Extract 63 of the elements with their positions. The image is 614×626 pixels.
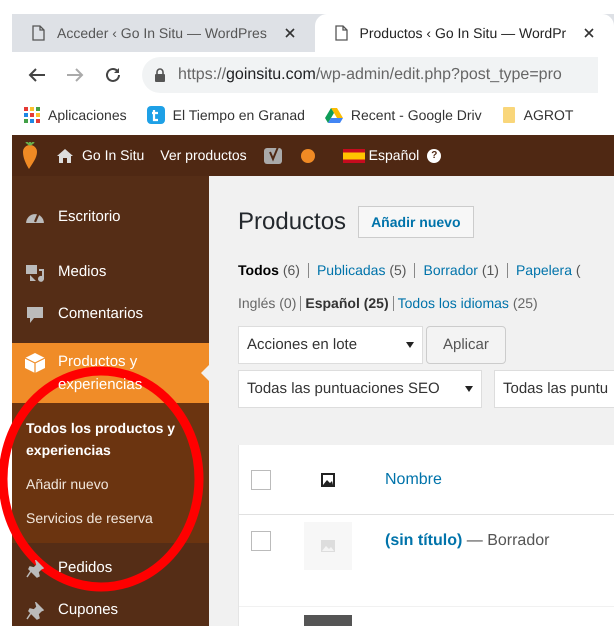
site-link[interactable]: Go In Situ bbox=[56, 145, 144, 166]
bookmark[interactable]: El Tiempo en Granad bbox=[146, 104, 305, 126]
sidebar-menu-item[interactable]: Medios bbox=[12, 251, 209, 293]
bookmark[interactable]: Recent - Google Driv bbox=[324, 104, 482, 126]
page-icon bbox=[334, 25, 348, 41]
home-icon bbox=[56, 148, 74, 164]
close-icon[interactable] bbox=[284, 28, 294, 38]
carrot-logo-icon[interactable] bbox=[20, 142, 40, 170]
dropdown[interactable]: Todas las puntuaciones SEO bbox=[238, 370, 482, 408]
column-header[interactable]: Nombre bbox=[385, 468, 442, 492]
add-new-button[interactable]: Añadir nuevo bbox=[358, 206, 474, 238]
close-icon[interactable] bbox=[584, 28, 594, 38]
apply-button[interactable]: Aplicar bbox=[426, 326, 506, 364]
browser-tab[interactable]: Productos ‹ Go In Situ — WordPr bbox=[314, 14, 614, 52]
view-products-link[interactable]: Ver productos bbox=[160, 145, 247, 166]
flag-icon bbox=[342, 148, 365, 162]
url-text: https://goinsitu.com/wp-admin/edit.php?post_type=pro bbox=[178, 64, 562, 84]
triangle-icon bbox=[324, 107, 343, 123]
address-bar[interactable]: https://goinsitu.com/wp-admin/edit.php?post_type=pro bbox=[142, 56, 598, 92]
image-icon bbox=[320, 472, 336, 488]
image-icon bbox=[321, 540, 335, 552]
language-switcher[interactable]: Español bbox=[342, 145, 420, 166]
speech-bubble-icon bbox=[26, 306, 44, 324]
language-filter[interactable]: Todos los idiomas (25) bbox=[398, 293, 538, 314]
language-filter[interactable]: Español (25) bbox=[305, 293, 389, 314]
dropdown-caret-icon bbox=[465, 386, 473, 392]
language-filter[interactable]: Inglés (0) bbox=[238, 293, 296, 314]
gauge-icon bbox=[25, 213, 45, 223]
bookmark[interactable]: AGROT bbox=[502, 104, 574, 126]
reload-icon[interactable] bbox=[104, 66, 122, 84]
sidebar-menu-item[interactable]: Escritorio bbox=[12, 196, 209, 238]
dropdown-caret-icon bbox=[406, 342, 414, 348]
folder-icon bbox=[502, 106, 516, 124]
checkbox[interactable] bbox=[251, 470, 271, 490]
filter-link[interactable]: Todos (6) bbox=[238, 260, 300, 281]
sidebar-menu-item[interactable]: Pedidos bbox=[12, 547, 209, 589]
dropdown[interactable]: Acciones en lote bbox=[238, 326, 423, 364]
page-title: Productos bbox=[238, 207, 346, 237]
lock-icon bbox=[154, 68, 166, 82]
pushpin-icon bbox=[26, 602, 44, 620]
filter-link[interactable]: Papelera ( bbox=[516, 260, 581, 281]
help-icon[interactable]: ? bbox=[427, 148, 442, 162]
product-title: (sin título) — Borrador bbox=[385, 531, 550, 551]
box-icon bbox=[24, 352, 46, 374]
dropdown[interactable]: Todas las puntu bbox=[494, 370, 614, 408]
sidebar-menu-item[interactable]: Comentarios bbox=[12, 293, 209, 335]
tab-title: Productos ‹ Go In Situ — WordPr bbox=[360, 24, 568, 42]
apps-grid-icon bbox=[24, 107, 40, 123]
page-icon bbox=[32, 25, 45, 41]
letter-t-icon bbox=[146, 106, 165, 124]
submenu-item[interactable]: Añadir nuevo bbox=[12, 467, 209, 501]
checkbox[interactable] bbox=[251, 531, 271, 551]
bookmark[interactable]: Aplicaciones bbox=[24, 104, 127, 126]
filter-link[interactable]: Borrador (1) bbox=[423, 260, 499, 281]
status-dot-icon bbox=[300, 148, 315, 162]
submenu-item[interactable]: Servicios de reserva bbox=[12, 501, 209, 535]
submenu-item[interactable]: Todos los productos y experiencias bbox=[12, 411, 209, 467]
pushpin-icon bbox=[26, 560, 44, 578]
sidebar-menu-item[interactable]: Cupones bbox=[12, 589, 209, 626]
back-icon[interactable] bbox=[28, 66, 46, 82]
tab-title: Acceder ‹ Go In Situ — WordPres bbox=[57, 24, 268, 42]
filter-link[interactable]: Publicadas (5) bbox=[316, 260, 406, 281]
media-icon bbox=[25, 263, 45, 283]
